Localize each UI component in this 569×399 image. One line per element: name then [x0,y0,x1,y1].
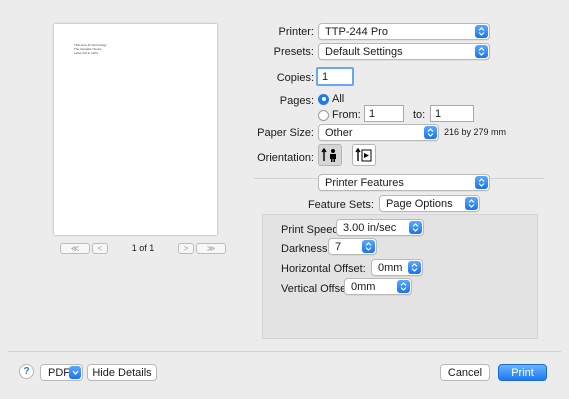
darkness-label: Darkness: [281,243,331,255]
chevron-updown-icon [409,221,422,234]
orientation-label: Orientation: [257,152,314,164]
pages-all-option[interactable]: All [318,93,344,105]
paper-size-value: Other [325,126,353,139]
print-button[interactable]: Print [498,364,547,381]
chevron-updown-icon [424,126,437,139]
next-page-button[interactable]: > [178,242,194,254]
pages-to-label: to: [413,109,426,121]
pages-from-field[interactable]: 1 [364,105,404,122]
page-navigator: ≪ < 1 of 1 > ≫ [60,242,226,254]
landscape-orientation-button[interactable] [352,144,376,166]
page-preview: TSC Auto ID Technology The Versatile Choi… [54,24,217,235]
first-page-icon: ≪ [70,243,80,253]
chevron-down-icon [69,366,81,379]
copies-field[interactable]: 1 [316,67,354,86]
help-button[interactable]: ? [19,364,34,379]
print-speed-select[interactable]: 3.00 in/sec [336,219,424,236]
print-speed-value: 3.00 in/sec [343,221,397,234]
darkness-select[interactable]: 7 [328,238,377,255]
first-page-button[interactable]: ≪ [60,242,90,254]
presets-label: Presets: [273,46,314,58]
copies-label: Copies: [276,72,314,84]
preview-text: TSC Auto ID Technology The Versatile Choi… [74,43,107,55]
hide-details-button[interactable]: Hide Details [87,364,157,381]
last-page-button[interactable]: ≫ [196,242,226,254]
feature-sets-value: Page Options [386,197,453,210]
pdf-label: PDF [48,366,70,379]
vertical-offset-value: 0mm [351,280,376,293]
feature-sets-select[interactable]: Page Options [379,195,480,212]
print-speed-label: Print Speed: [281,224,342,236]
page-indicator: 1 of 1 [131,243,155,253]
pages-from-label: From: [332,109,361,121]
chevron-updown-icon [475,176,488,189]
paper-dimensions: 216 by 279 mm [444,127,507,137]
portrait-icon [321,147,336,162]
printer-value: TTP-244 Pro [325,25,388,38]
presets-value: Default Settings [325,45,403,58]
pages-label: Pages: [279,95,314,107]
pages-range-option[interactable]: From: [318,109,361,121]
cancel-button[interactable]: Cancel [440,364,490,381]
presets-select[interactable]: Default Settings [318,43,490,60]
horizontal-offset-label: Horizontal Offset: [281,263,366,275]
feature-sets-label: Feature Sets: [307,199,374,211]
radio-selected-icon [318,93,329,105]
previous-page-button[interactable]: < [92,242,108,254]
chevron-updown-icon [465,197,478,210]
chevron-updown-icon [475,45,488,58]
pdf-menu-button[interactable]: PDF [40,364,83,381]
printer-select[interactable]: TTP-244 Pro [318,23,490,40]
section-select[interactable]: Printer Features [318,174,490,191]
section-value: Printer Features [325,176,404,189]
pages-all-label: All [332,93,345,105]
paper-size-label: Paper Size: [257,127,314,139]
vertical-offset-label: Vertical Offset: [281,283,353,295]
last-page-icon: ≫ [206,243,216,253]
chevron-updown-icon [475,25,488,38]
footer-divider [8,351,561,352]
printer-label: Printer: [278,26,314,38]
horizontal-offset-select[interactable]: 0mm [371,259,423,276]
previous-page-icon: < [97,243,103,253]
preview-line: Label 4x6 in (4x6) [74,51,98,55]
paper-size-select[interactable]: Other [318,124,439,141]
chevron-updown-icon [397,280,410,293]
next-page-icon: > [183,243,189,253]
pages-to-field[interactable]: 1 [430,105,474,122]
radio-unselected-icon [318,109,329,121]
vertical-offset-select[interactable]: 0mm [344,278,412,295]
horizontal-offset-value: 0mm [378,261,403,274]
help-icon: ? [23,366,30,377]
chevron-updown-icon [408,261,421,274]
portrait-orientation-button[interactable] [318,144,342,166]
landscape-icon [355,147,372,162]
chevron-updown-icon [362,240,375,253]
darkness-value: 7 [335,240,342,253]
